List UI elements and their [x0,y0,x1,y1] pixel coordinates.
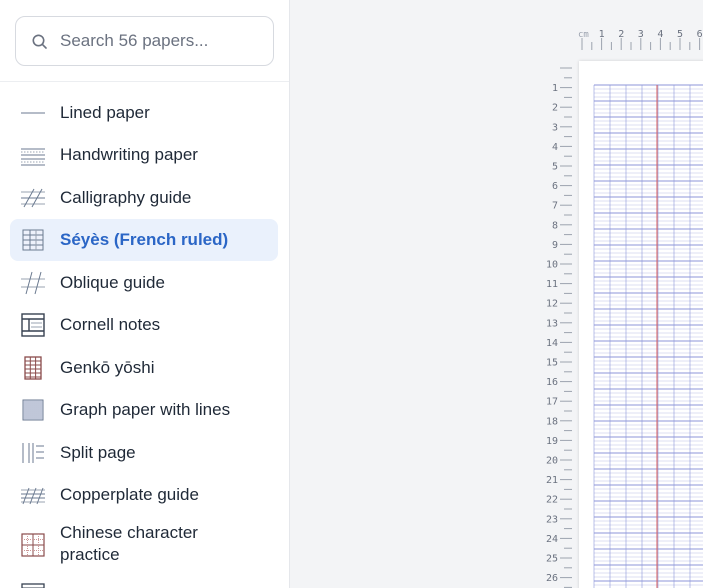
graph-paper-icon [20,397,46,423]
ruler-label: 17 [546,397,558,408]
ruler-label: 4 [552,142,558,153]
ruler-label: 19 [546,436,558,447]
ruler-label: 26 [546,573,558,584]
paper-item-label: Graph paper with lines [60,400,231,419]
search-input[interactable] [60,17,265,65]
paper-item-label: Lined paper [60,103,150,122]
paper-item[interactable]: Séyès (French ruled) [10,219,278,261]
ruler-label: 13 [546,318,558,329]
calligraphy-guide-icon [20,185,46,211]
ruler-label: 4 [657,29,663,40]
ruler-label: 6 [552,181,558,192]
copperplate-guide-icon [20,482,46,508]
paper-item-label: Chinese character practice [60,523,198,564]
ruler-label: 5 [677,29,683,40]
search-divider [0,81,289,82]
ruler-label: 1 [552,83,558,94]
paper-item[interactable]: Cornell notes [10,304,278,346]
paper-item-label: Copperplate guide [60,485,199,504]
paper-item[interactable]: Copperplate guide [10,474,278,516]
ruler-label: 3 [552,122,558,133]
left-ruler: 1234567891011121314151617181920212223242… [546,67,572,588]
ruler-label: 22 [546,495,558,506]
ruler-label: 7 [552,201,558,212]
genko-yoshi-icon [20,355,46,381]
paper-item-label: Séyès (French ruled) [60,230,229,249]
search-icon [32,34,47,49]
ruler-label: 16 [546,377,558,388]
chinese-character-practice-icon [20,532,46,558]
paper-item[interactable]: Genkō yōshi [10,347,278,389]
paper-item[interactable]: Calligraphy guide [10,177,278,219]
ruler-label: 14 [546,338,558,349]
ruler-label: 2 [618,29,624,40]
paper-preview [579,61,703,588]
sidebar: Lined paper Handwriting paper Calligraphy … [0,0,290,588]
paper-item[interactable]: Oblique guide [10,262,278,304]
paper-item[interactable]: Lined paper [10,92,278,134]
paper-item-label: Genkō yōshi [60,358,155,377]
ruler-label: 8 [552,220,558,231]
search-box[interactable] [15,16,274,66]
oblique-guide-icon [20,270,46,296]
ruler-label: 3 [638,29,644,40]
ruler-label: 5 [552,162,558,173]
seyes-ruled-grid [593,84,703,588]
paper-icon [20,582,46,588]
ruler-label: 15 [546,358,558,369]
ruler-label: 20 [546,456,558,467]
paper-item[interactable]: Handwriting paper [10,134,278,176]
ruler-label: 21 [546,475,558,486]
paper-picker-app: Lined paper Handwriting paper Calligraphy … [0,0,703,588]
ruler-label: 25 [546,554,558,565]
paper-item-label: Split page [60,443,136,462]
lined-paper-icon [20,100,46,126]
ruler-label: 24 [546,534,558,545]
paper-item-partial[interactable] [10,576,278,588]
ruler-label: 12 [546,299,558,310]
handwriting-paper-icon [20,142,46,168]
cornell-notes-icon [20,312,46,338]
paper-item-label: Cornell notes [60,315,161,334]
ruler-label: 11 [546,279,558,290]
ruler-label: 10 [546,260,558,271]
paper-item-label: Handwriting paper [60,145,198,164]
paper-item[interactable]: Split page [10,432,278,474]
ruler-label: 9 [552,240,558,251]
preview-canvas: cm 123456 1 2 3 4 5 6 7 8 9 10 11 12 13 14 15 16 17 18 19 2… [290,0,703,588]
ruler-label: 23 [546,514,558,525]
paper-item-label: Oblique guide [60,273,165,292]
split-page-icon [20,440,46,466]
paper-item[interactable]: Chinese character practice [10,516,278,574]
ruler-label: 1 [599,29,605,40]
seyes-ruled-icon [20,227,46,253]
paper-item[interactable]: Graph paper with lines [10,389,278,431]
paper-item-label: Calligraphy guide [60,188,192,207]
ruler-label: 6 [697,29,703,40]
ruler-label: 18 [546,416,558,427]
ruler-label: 2 [552,103,558,114]
